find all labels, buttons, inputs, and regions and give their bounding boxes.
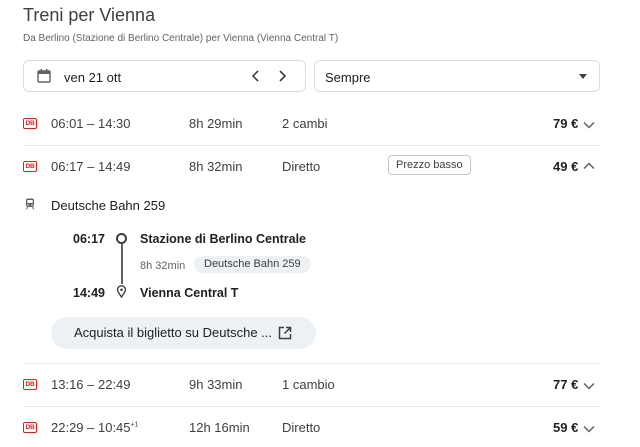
db-logo-icon: DB	[23, 379, 37, 390]
time-select[interactable]: Sempre	[314, 60, 600, 92]
train-icon	[26, 198, 34, 210]
chevron-down-icon[interactable]	[582, 422, 596, 436]
trip-duration: 8h 29min	[189, 116, 243, 131]
operator-name: Deutsche Bahn 259	[51, 198, 166, 213]
chevron-left-icon[interactable]	[248, 68, 264, 84]
trip-times: 06:17 – 14:49	[51, 159, 131, 174]
timeline-line	[121, 244, 123, 284]
time-select-value: Sempre	[325, 70, 371, 85]
trip-times: 13:16 – 22:49	[51, 377, 131, 392]
date-picker[interactable]: ven 21 ott	[23, 60, 306, 92]
page-title: Treni per Vienna	[23, 5, 156, 25]
trip-changes: Diretto	[282, 420, 321, 435]
trip-duration: 9h 33min	[189, 377, 243, 392]
trip-duration: 12h 16min	[189, 420, 250, 435]
segment-train-chip: Deutsche Bahn 259	[194, 256, 311, 273]
calendar-icon	[37, 69, 51, 83]
trip-changes: 2 cambi	[282, 116, 328, 131]
arrival-time: 14:49	[73, 286, 105, 300]
segment-duration: 8h 32min	[140, 260, 186, 272]
trip-times: 22:29 – 10:45+1	[51, 420, 139, 435]
low-price-badge: Prezzo basso	[388, 155, 471, 175]
day-offset: +1	[130, 421, 139, 429]
open-external-icon	[278, 326, 292, 340]
trip-price: 49 €	[553, 159, 579, 174]
chevron-down-icon[interactable]	[582, 379, 596, 393]
trip-price: 79 €	[553, 116, 579, 131]
buy-ticket-label: Acquista il biglietto su Deutsche ...	[74, 325, 272, 340]
trip-price: 59 €	[553, 420, 579, 435]
chevron-down-icon[interactable]	[582, 118, 596, 132]
location-pin-icon	[116, 285, 127, 298]
chevron-right-icon[interactable]	[274, 68, 290, 84]
date-value: ven 21 ott	[64, 70, 122, 85]
trip-changes: 1 cambio	[282, 377, 335, 392]
page-subtitle: Da Berlino (Stazione di Berlino Centrale…	[23, 33, 339, 44]
trip-price: 77 €	[553, 377, 579, 392]
buy-ticket-button[interactable]: Acquista il biglietto su Deutsche ...	[51, 317, 316, 349]
trip-row[interactable]: DB 06:01 – 14:30 8h 29min 2 cambi 79 €	[0, 103, 620, 143]
trip-row[interactable]: DB 22:29 – 10:45+1 12h 16min Diretto 59 …	[0, 407, 620, 447]
departure-station: Stazione di Berlino Centrale	[140, 232, 307, 246]
arrival-station: Vienna Central T	[140, 286, 239, 300]
db-logo-icon: DB	[23, 118, 37, 129]
chevron-up-icon[interactable]	[582, 159, 596, 173]
trip-duration: 8h 32min	[189, 159, 243, 174]
db-logo-icon: DB	[23, 422, 37, 433]
departure-dot-icon	[116, 233, 127, 244]
db-logo-icon: DB	[23, 161, 37, 172]
trip-row[interactable]: DB 06:17 – 14:49 8h 32min Diretto 49 €	[0, 146, 620, 186]
trip-times: 06:01 – 14:30	[51, 116, 131, 131]
trip-times-text: 22:29 – 10:45	[51, 420, 131, 435]
dropdown-arrow-icon	[579, 74, 587, 79]
trip-row[interactable]: DB 13:16 – 22:49 9h 33min 1 cambio 77 €	[0, 364, 620, 404]
departure-time: 06:17	[73, 232, 105, 246]
trip-changes: Diretto	[282, 159, 321, 174]
